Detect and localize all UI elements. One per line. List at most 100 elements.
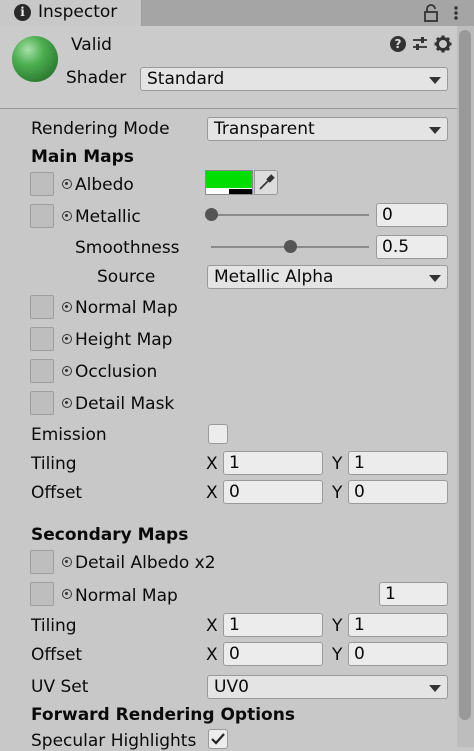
offset-y-field[interactable]: 0 — [348, 480, 448, 504]
detail-albedo-texture-slot[interactable] — [30, 550, 54, 574]
secondary-tiling-y-field[interactable]: 1 — [348, 613, 448, 637]
tab-inspector[interactable]: i Inspector — [0, 0, 142, 26]
tiling-x-field[interactable]: 1 — [223, 451, 323, 475]
object-picker-icon[interactable] — [62, 589, 72, 599]
chevron-down-icon — [429, 77, 441, 84]
help-icon[interactable]: ? — [390, 36, 406, 52]
secondary-offset-x-label: X — [206, 645, 218, 665]
object-picker-icon[interactable] — [62, 302, 72, 312]
tiling-x-value: 1 — [229, 453, 240, 473]
offset-y-value: 0 — [354, 482, 365, 502]
secondary-offset-label: Offset — [31, 645, 83, 665]
occlusion-texture-slot[interactable] — [30, 359, 54, 383]
smoothness-value-field[interactable]: 0.5 — [376, 235, 448, 259]
rendering-mode-dropdown[interactable]: Transparent — [207, 117, 448, 141]
secondary-tiling-y-value: 1 — [354, 615, 365, 635]
source-value: Metallic Alpha — [214, 267, 334, 287]
uv-set-label: UV Set — [31, 677, 89, 697]
specular-highlights-checkbox[interactable] — [208, 729, 228, 749]
detail-mask-texture-slot[interactable] — [30, 391, 54, 415]
secondary-normal-scale-field[interactable]: 1 — [379, 582, 448, 606]
uv-set-dropdown[interactable]: UV0 — [207, 675, 448, 699]
shader-label: Shader — [66, 68, 127, 88]
secondary-offset-x-value: 0 — [229, 644, 240, 664]
object-picker-icon[interactable] — [62, 179, 72, 189]
albedo-color-field[interactable] — [205, 170, 253, 195]
secondary-maps-heading: Secondary Maps — [31, 525, 189, 545]
metallic-label: Metallic — [75, 207, 141, 227]
tiling-y-label: Y — [332, 454, 343, 474]
eyedropper-icon — [259, 174, 275, 190]
tab-label: Inspector — [38, 2, 118, 22]
main-maps-heading: Main Maps — [31, 147, 134, 167]
detail-mask-label: Detail Mask — [75, 394, 175, 414]
secondary-tiling-y-label: Y — [332, 616, 343, 636]
secondary-normal-scale-value: 1 — [385, 584, 396, 604]
object-picker-icon[interactable] — [62, 334, 72, 344]
preset-icon[interactable] — [412, 36, 428, 52]
lock-icon[interactable] — [422, 3, 440, 23]
tab-menu-icon[interactable] — [450, 3, 462, 23]
chevron-down-icon — [429, 275, 441, 282]
secondary-normal-map-texture-slot[interactable] — [30, 582, 54, 606]
object-picker-icon[interactable] — [62, 557, 72, 567]
specular-highlights-label: Specular Highlights — [31, 731, 197, 751]
object-picker-icon[interactable] — [62, 211, 72, 221]
tiling-y-value: 1 — [354, 453, 365, 473]
material-preview-sphere — [12, 36, 58, 82]
normal-map-label: Normal Map — [75, 298, 178, 318]
eyedropper-button[interactable] — [254, 170, 278, 195]
alpha-bar — [229, 189, 252, 194]
secondary-offset-x-field[interactable]: 0 — [223, 642, 323, 666]
normal-map-texture-slot[interactable] — [30, 295, 54, 319]
albedo-color-swatch — [206, 171, 252, 188]
secondary-tiling-x-value: 1 — [229, 615, 240, 635]
metallic-slider-track[interactable] — [211, 214, 369, 216]
emission-label: Emission — [31, 425, 107, 445]
uv-set-value: UV0 — [214, 677, 249, 697]
info-icon: i — [14, 4, 31, 21]
albedo-label: Albedo — [75, 175, 134, 195]
smoothness-label: Smoothness — [75, 238, 180, 258]
forward-rendering-heading: Forward Rendering Options — [31, 705, 295, 725]
metallic-texture-slot[interactable] — [30, 204, 54, 228]
secondary-tiling-label: Tiling — [31, 616, 77, 636]
tiling-x-label: X — [206, 454, 218, 474]
secondary-offset-y-field[interactable]: 0 — [348, 642, 448, 666]
occlusion-label: Occlusion — [75, 362, 158, 382]
checkmark-icon — [211, 733, 225, 745]
gear-icon[interactable] — [434, 35, 452, 53]
albedo-texture-slot[interactable] — [30, 172, 54, 196]
smoothness-value: 0.5 — [382, 237, 410, 257]
secondary-offset-y-label: Y — [332, 645, 343, 665]
material-name: Valid — [71, 35, 112, 55]
metallic-value-field[interactable]: 0 — [376, 203, 448, 227]
shader-dropdown[interactable]: Standard — [140, 67, 448, 91]
secondary-tiling-x-field[interactable]: 1 — [223, 613, 323, 637]
tiling-label: Tiling — [31, 454, 77, 474]
object-picker-icon[interactable] — [62, 366, 72, 376]
offset-x-label: X — [206, 483, 218, 503]
chevron-down-icon — [429, 685, 441, 692]
secondary-normal-map-label: Normal Map — [75, 586, 178, 606]
tiling-y-field[interactable]: 1 — [348, 451, 448, 475]
rendering-mode-value: Transparent — [214, 119, 315, 139]
source-label: Source — [97, 267, 156, 287]
emission-checkbox[interactable] — [208, 424, 228, 444]
object-picker-icon[interactable] — [62, 398, 72, 408]
chevron-down-icon — [429, 127, 441, 134]
offset-y-label: Y — [332, 483, 343, 503]
rendering-mode-label: Rendering Mode — [31, 119, 170, 139]
offset-x-field[interactable]: 0 — [223, 480, 323, 504]
scrollbar-thumb[interactable] — [459, 30, 471, 720]
secondary-offset-y-value: 0 — [354, 644, 365, 664]
offset-x-value: 0 — [229, 482, 240, 502]
smoothness-slider-handle[interactable] — [283, 240, 297, 253]
shader-value: Standard — [147, 69, 225, 89]
height-map-texture-slot[interactable] — [30, 327, 54, 351]
metallic-value: 0 — [382, 205, 393, 225]
metallic-slider-handle[interactable] — [204, 208, 218, 221]
height-map-label: Height Map — [75, 330, 173, 350]
offset-label: Offset — [31, 483, 83, 503]
source-dropdown[interactable]: Metallic Alpha — [207, 265, 448, 289]
